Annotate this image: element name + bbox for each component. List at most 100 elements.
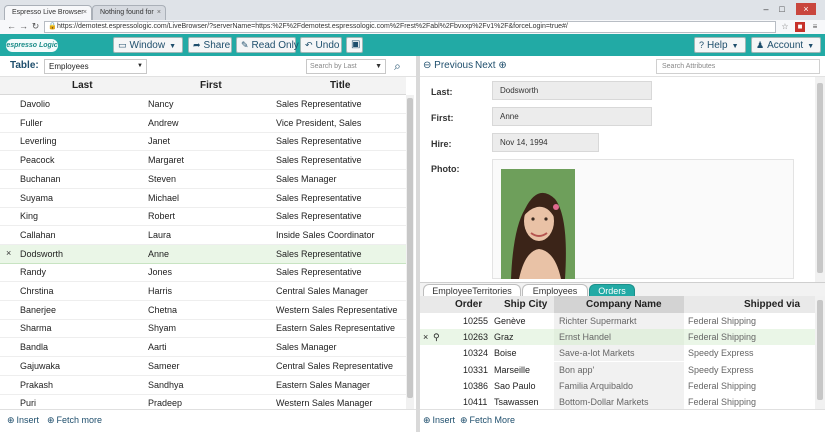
orders-scrollbar[interactable] <box>815 296 825 410</box>
table-row[interactable]: Chrstina Harris Central Sales Manager <box>0 282 406 301</box>
order-row[interactable]: × ⚲ 10263 Graz Ernst Handel Federal Shipping <box>420 329 815 346</box>
forward-icon[interactable]: → <box>18 21 29 32</box>
table-row[interactable]: Callahan Laura Inside Sales Coordinator <box>0 226 406 245</box>
cell-first: Robert <box>148 211 176 222</box>
cell-title: Eastern Sales Manager <box>276 379 371 390</box>
plus-icon: ⊕ <box>423 415 431 425</box>
window-close-icon[interactable]: × <box>796 3 816 15</box>
order-row[interactable]: 10386 Sao Paulo Familia Arquibaldo Federal … <box>420 377 815 394</box>
order-row[interactable]: 10255 Genève Richter Supermarkt Federal Shi… <box>420 313 815 329</box>
last-field[interactable]: Dodsworth <box>492 81 652 100</box>
column-header-shipped-via[interactable]: Shipped via <box>744 299 800 310</box>
table-row[interactable]: Prakash Sandhya Eastern Sales Manager <box>0 376 406 395</box>
cell-last: Davolio <box>20 99 51 109</box>
delete-row-icon[interactable]: × <box>6 248 11 258</box>
hire-date-field[interactable]: Nov 14, 1994 <box>492 133 599 152</box>
cell-last: Sharma <box>20 323 52 334</box>
cell-title: Vice President, Sales <box>276 117 362 128</box>
table-row[interactable]: × Dodsworth Anne Sales Representative <box>0 244 406 264</box>
table-row[interactable]: Bandla Aarti Sales Manager <box>0 338 406 358</box>
search-attributes-input[interactable]: Search Attributes <box>656 59 820 74</box>
column-header-title[interactable]: Title <box>330 80 350 91</box>
previous-button[interactable]: ⊖ Previous <box>423 60 473 71</box>
column-header-first[interactable]: First <box>200 80 222 91</box>
scrollbar-thumb[interactable] <box>817 300 823 400</box>
share-button[interactable]: ➦ Share <box>188 37 232 53</box>
url-bar[interactable]: 🔒 https://demotest.espressologic.com/Liv… <box>44 21 776 33</box>
star-icon[interactable]: ☆ <box>780 22 790 32</box>
fetch-more-button[interactable]: ⊕ Fetch More <box>460 415 515 426</box>
cell-company-name: Ernst Handel <box>559 332 612 343</box>
order-row[interactable]: 10331 Marseille Bon app' Speedy Express <box>420 361 815 378</box>
zoom-icon[interactable]: ⚲ <box>433 332 440 343</box>
table-row[interactable]: Davolio Nancy Sales Representative <box>0 95 406 114</box>
table-row[interactable]: Suyama Michael Sales Representative <box>0 189 406 208</box>
table-row[interactable]: Banerjee Chetna Western Sales Representati… <box>0 301 406 320</box>
cell-last: Prakash <box>20 379 54 390</box>
order-row[interactable]: 10324 Boise Save-a-lot Markets Speedy Expre… <box>420 345 815 362</box>
column-header-order[interactable]: Order <box>455 299 482 310</box>
table-row[interactable]: Leverling Janet Sales Representative <box>0 132 406 152</box>
help-button[interactable]: ? Help ▼ <box>694 37 746 53</box>
insert-button[interactable]: ⊕ Insert <box>423 415 455 426</box>
column-header-ship-city[interactable]: Ship City <box>504 299 547 310</box>
cell-order: 10324 <box>463 348 489 359</box>
scrollbar-thumb[interactable] <box>817 83 823 273</box>
table-row[interactable]: Sharma Shyam Eastern Sales Representative <box>0 319 406 339</box>
cell-title: Eastern Sales Representative <box>276 323 396 334</box>
cell-order: 10411 <box>463 397 488 407</box>
table-row[interactable]: King Robert Sales Representative <box>0 207 406 227</box>
insert-button[interactable]: ⊕ Insert <box>7 415 39 426</box>
photo-label: Photo: <box>431 164 460 174</box>
column-header-company-name[interactable]: Company Name <box>586 299 662 310</box>
table-select[interactable]: Employees ▼ <box>44 59 147 74</box>
back-icon[interactable]: ← <box>6 21 17 32</box>
browser-tab-active[interactable]: Espresso Live Browser × <box>4 5 92 20</box>
cell-ship-city: Boise <box>494 348 517 359</box>
column-header-last[interactable]: Last <box>72 80 93 91</box>
account-button[interactable]: ♟ Account ▼ <box>751 37 821 53</box>
table-row[interactable]: Buchanan Steven Sales Manager <box>0 170 406 189</box>
scrollbar-thumb[interactable] <box>407 98 413 398</box>
espresso-logo: espresso Logic <box>6 39 58 52</box>
search-input[interactable]: Search by Last ▼ <box>306 59 386 74</box>
chevron-down-icon[interactable]: ▼ <box>375 60 382 73</box>
next-button[interactable]: Next ⊕ <box>475 60 507 71</box>
cell-last: King <box>20 211 39 222</box>
employee-photo[interactable] <box>501 169 575 279</box>
cell-title: Sales Manager <box>276 342 337 353</box>
fetch-more-button[interactable]: ⊕ Fetch more <box>47 415 102 426</box>
lock-icon: 🔒 <box>48 23 57 30</box>
cell-title: Central Sales Manager <box>276 286 369 296</box>
close-tab-icon[interactable]: × <box>83 6 87 20</box>
employees-scrollbar[interactable] <box>406 95 414 409</box>
edit-icon: ✎ <box>241 40 249 50</box>
user-icon: ♟ <box>756 40 765 50</box>
delete-row-icon[interactable]: × <box>423 332 428 342</box>
close-tab-icon[interactable]: × <box>157 6 161 20</box>
table-row[interactable]: Randy Jones Sales Representative <box>0 263 406 283</box>
detail-panel: ⊖ Previous Next ⊕ Search Attributes Last… <box>420 56 825 432</box>
reload-icon[interactable]: ↻ <box>30 21 41 32</box>
window-button[interactable]: ▭ Window ▼ <box>113 37 183 53</box>
table-row[interactable]: Gajuwaka Sameer Central Sales Representati… <box>0 357 406 376</box>
undo-button[interactable]: ↶ Undo <box>300 37 342 53</box>
first-field[interactable]: Anne <box>492 107 652 126</box>
table-row[interactable]: Peacock Margaret Sales Representative <box>0 151 406 171</box>
order-row[interactable]: 10411 Tsawassen Bottom-Dollar Markets Feder… <box>420 394 815 410</box>
detail-nav-bar: ⊖ Previous Next ⊕ Search Attributes <box>420 56 825 77</box>
share-label: Share <box>203 40 231 51</box>
table-row[interactable]: Fuller Andrew Vice President, Sales <box>0 114 406 133</box>
menu-icon[interactable]: ≡ <box>810 22 820 32</box>
save-button[interactable]: ▣ <box>346 37 363 53</box>
minimize-icon[interactable]: – <box>760 3 772 15</box>
employees-grid-body: Davolio Nancy Sales Representative Fuller An… <box>0 95 406 409</box>
table-row[interactable]: Puri Pradeep Western Sales Manager <box>0 394 406 409</box>
read-only-button[interactable]: ✎ Read Only <box>236 37 299 53</box>
maximize-icon[interactable]: □ <box>776 3 788 15</box>
search-icon[interactable]: ⌕ <box>389 58 406 75</box>
extension-icon[interactable]: ■ <box>795 22 805 32</box>
browser-tab[interactable]: Nothing found for Sdf × <box>92 5 166 30</box>
form-scrollbar[interactable] <box>815 77 825 282</box>
arrow-right-icon: ⊕ <box>498 60 507 71</box>
